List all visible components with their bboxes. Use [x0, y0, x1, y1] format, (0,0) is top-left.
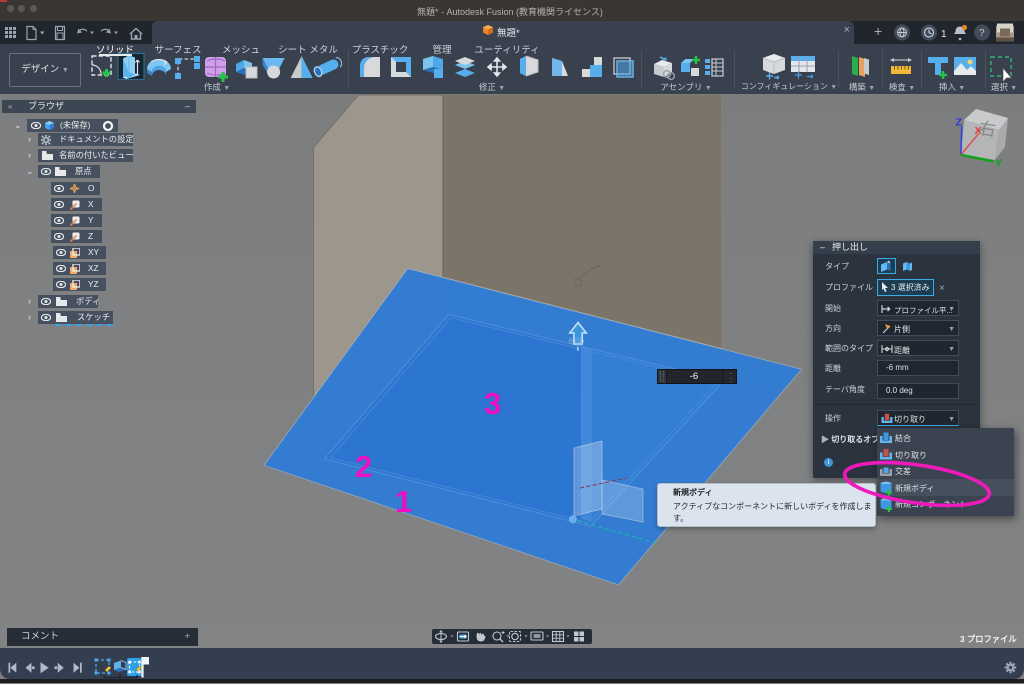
svg-text:1: 1: [941, 29, 947, 40]
svg-text:6.00: 6.00: [569, 337, 585, 346]
svg-text:?: ?: [979, 28, 985, 39]
svg-text:Y: Y: [995, 158, 1002, 170]
svg-text:Z: Z: [956, 117, 963, 129]
svg-text:X: X: [975, 125, 982, 137]
